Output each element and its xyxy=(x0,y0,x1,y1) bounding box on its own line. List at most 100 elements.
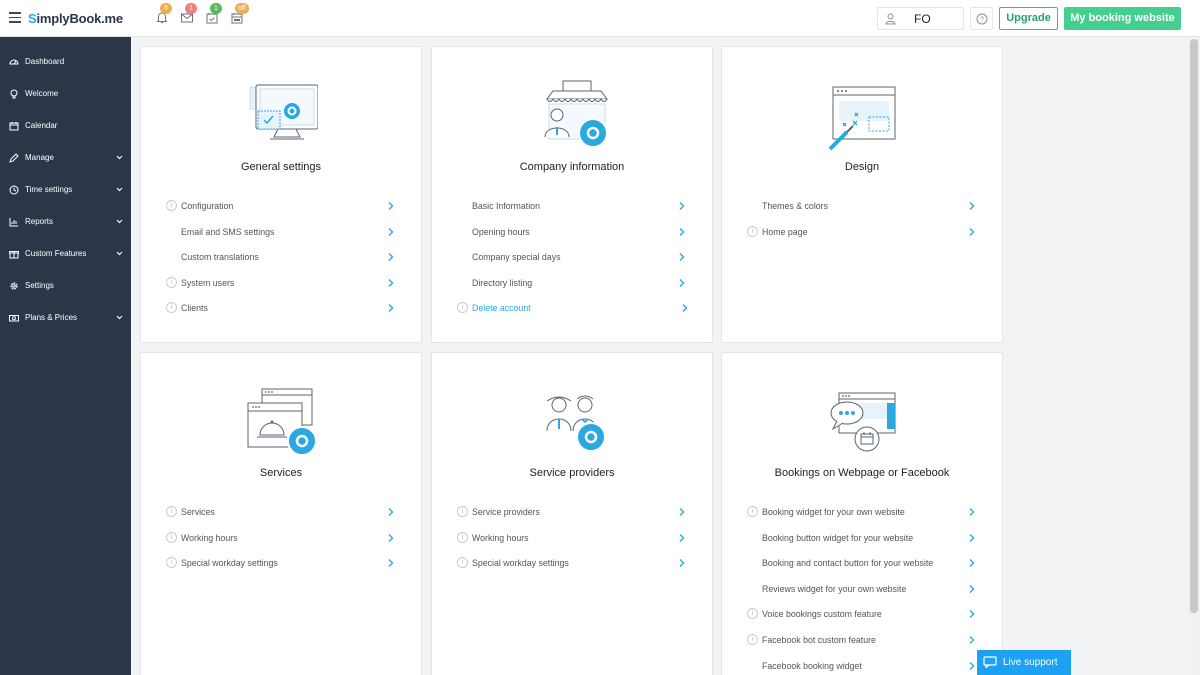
days-off-button[interactable]: off xyxy=(230,3,249,25)
list-item-basic-information[interactable]: Basic Information xyxy=(432,197,712,217)
messages-badge: 1 xyxy=(185,3,197,14)
user-menu[interactable]: FO xyxy=(877,7,964,30)
list-item-service-providers[interactable]: i Service providers xyxy=(432,503,712,523)
chevron-right-icon xyxy=(388,534,394,542)
info-icon[interactable]: i xyxy=(747,634,758,645)
info-icon[interactable]: i xyxy=(457,557,468,568)
design-illustration xyxy=(828,86,896,151)
sidebar-item-manage[interactable]: Manage xyxy=(0,147,131,169)
chevron-right-icon xyxy=(388,228,394,236)
info-icon[interactable]: i xyxy=(166,532,177,543)
gift-icon xyxy=(9,251,19,259)
user-initials: FO xyxy=(914,12,931,26)
company-information-card: Company information Basic Information Op… xyxy=(431,46,713,343)
chevron-down-icon xyxy=(116,315,123,320)
info-icon[interactable]: i xyxy=(457,506,468,517)
top-bar: SimplyBook.me 5 1 1 off FO ? Upgrade My … xyxy=(0,0,1200,37)
list-item-voice-bookings[interactable]: i Voice bookings custom feature xyxy=(722,605,1002,625)
list-item-working-hours[interactable]: i Working hours xyxy=(432,529,712,549)
list-item-facebook-booking-widget[interactable]: Facebook booking widget xyxy=(722,657,1002,675)
sidebar-item-calendar[interactable]: Calendar xyxy=(0,115,131,137)
simplybook-logo[interactable]: SimplyBook.me xyxy=(28,11,123,26)
chevron-right-icon xyxy=(679,508,685,516)
list-item-directory-listing[interactable]: Directory listing xyxy=(432,274,712,294)
list-item-booking-widget[interactable]: i Booking widget for your own website xyxy=(722,503,1002,523)
chevron-right-icon xyxy=(388,559,394,567)
list-item-working-hours[interactable]: i Working hours xyxy=(141,529,421,549)
chevron-right-icon xyxy=(969,610,975,618)
list-item-services[interactable]: i Services xyxy=(141,503,421,523)
list-item-company-special-days[interactable]: Company special days xyxy=(432,248,712,268)
info-icon[interactable]: i xyxy=(166,506,177,517)
info-icon[interactable]: i xyxy=(457,532,468,543)
list-item-email-sms-settings[interactable]: Email and SMS settings xyxy=(141,223,421,243)
notifications-badge: 5 xyxy=(160,3,172,14)
list-item-custom-translations[interactable]: Custom translations xyxy=(141,248,421,268)
chevron-right-icon xyxy=(388,279,394,287)
list-item-delete-account[interactable]: i Delete account xyxy=(432,299,712,319)
chevron-right-icon xyxy=(388,508,394,516)
bar-chart-icon xyxy=(9,218,18,227)
info-icon[interactable]: i xyxy=(166,557,177,568)
design-card: Design Themes & colors i Home page xyxy=(721,46,1003,343)
list-item-opening-hours[interactable]: Opening hours xyxy=(432,223,712,243)
sidebar-item-custom-features[interactable]: Custom Features xyxy=(0,243,131,265)
pencil-icon xyxy=(9,153,19,163)
my-booking-website-button[interactable]: My booking website xyxy=(1064,7,1181,30)
list-item-system-users[interactable]: i System users xyxy=(141,274,421,294)
sidebar-item-dashboard[interactable]: Dashboard xyxy=(0,51,131,73)
chevron-down-icon xyxy=(116,187,123,192)
bookings-webpage-facebook-card: Bookings on Webpage or Facebook i Bookin… xyxy=(721,352,1003,675)
chevron-right-icon xyxy=(679,279,685,287)
computer-settings-illustration xyxy=(249,84,318,140)
chevron-down-icon xyxy=(116,251,123,256)
chevron-right-icon xyxy=(969,636,975,644)
list-item-reviews-widget[interactable]: Reviews widget for your own website xyxy=(722,580,1002,600)
sidebar-item-plans-prices[interactable]: Plans & Prices xyxy=(0,307,131,329)
chevron-right-icon xyxy=(388,304,394,312)
chevron-right-icon xyxy=(388,202,394,210)
list-item-special-workday-settings[interactable]: i Special workday settings xyxy=(432,554,712,574)
list-item-clients[interactable]: i Clients xyxy=(141,299,421,319)
sidebar: Dashboard Welcome Calendar Manage Time s… xyxy=(0,37,131,675)
info-icon[interactable]: i xyxy=(747,226,758,237)
info-icon[interactable]: i xyxy=(166,302,177,313)
sidebar-item-settings[interactable]: Settings xyxy=(0,275,131,297)
list-item-special-workday-settings[interactable]: i Special workday settings xyxy=(141,554,421,574)
gear-icon xyxy=(10,282,18,290)
chevron-right-icon xyxy=(969,559,975,567)
sidebar-item-time-settings[interactable]: Time settings xyxy=(0,179,131,201)
chevron-right-icon xyxy=(969,585,975,593)
days-off-badge: off xyxy=(235,3,249,14)
chevron-right-icon xyxy=(679,534,685,542)
bookings-button[interactable]: 1 xyxy=(205,3,222,25)
menu-icon[interactable] xyxy=(9,12,21,23)
lightbulb-icon xyxy=(10,89,18,99)
sidebar-item-welcome[interactable]: Welcome xyxy=(0,83,131,105)
list-item-facebook-bot[interactable]: i Facebook bot custom feature xyxy=(722,631,1002,651)
chevron-right-icon xyxy=(679,202,685,210)
info-icon[interactable]: i xyxy=(747,608,758,619)
sidebar-item-reports[interactable]: Reports xyxy=(0,211,131,233)
card-title: Services xyxy=(259,467,303,479)
live-support-button[interactable]: Live support xyxy=(977,650,1071,675)
chevron-right-icon xyxy=(969,662,975,670)
list-item-home-page[interactable]: i Home page xyxy=(722,223,1002,243)
info-icon[interactable]: i xyxy=(457,302,468,313)
messages-button[interactable]: 1 xyxy=(180,3,197,25)
info-icon[interactable]: i xyxy=(166,277,177,288)
general-settings-card: General settings i Configuration Email a… xyxy=(140,46,422,343)
list-item-booking-contact-button[interactable]: Booking and contact button for your webs… xyxy=(722,554,1002,574)
info-icon[interactable]: i xyxy=(166,200,177,211)
list-item-themes-colors[interactable]: Themes & colors xyxy=(722,197,1002,217)
info-icon[interactable]: i xyxy=(747,506,758,517)
list-item-booking-button-widget[interactable]: Booking button widget for your website xyxy=(722,529,1002,549)
help-button[interactable]: ? xyxy=(970,7,993,30)
page-scrollbar[interactable] xyxy=(1188,37,1200,675)
scrollbar-thumb[interactable] xyxy=(1190,39,1198,613)
list-item-configuration[interactable]: i Configuration xyxy=(141,197,421,217)
chevron-right-icon xyxy=(969,534,975,542)
notifications-button[interactable]: 5 xyxy=(155,3,172,25)
upgrade-button[interactable]: Upgrade xyxy=(999,7,1058,30)
dashboard-icon xyxy=(9,59,19,65)
